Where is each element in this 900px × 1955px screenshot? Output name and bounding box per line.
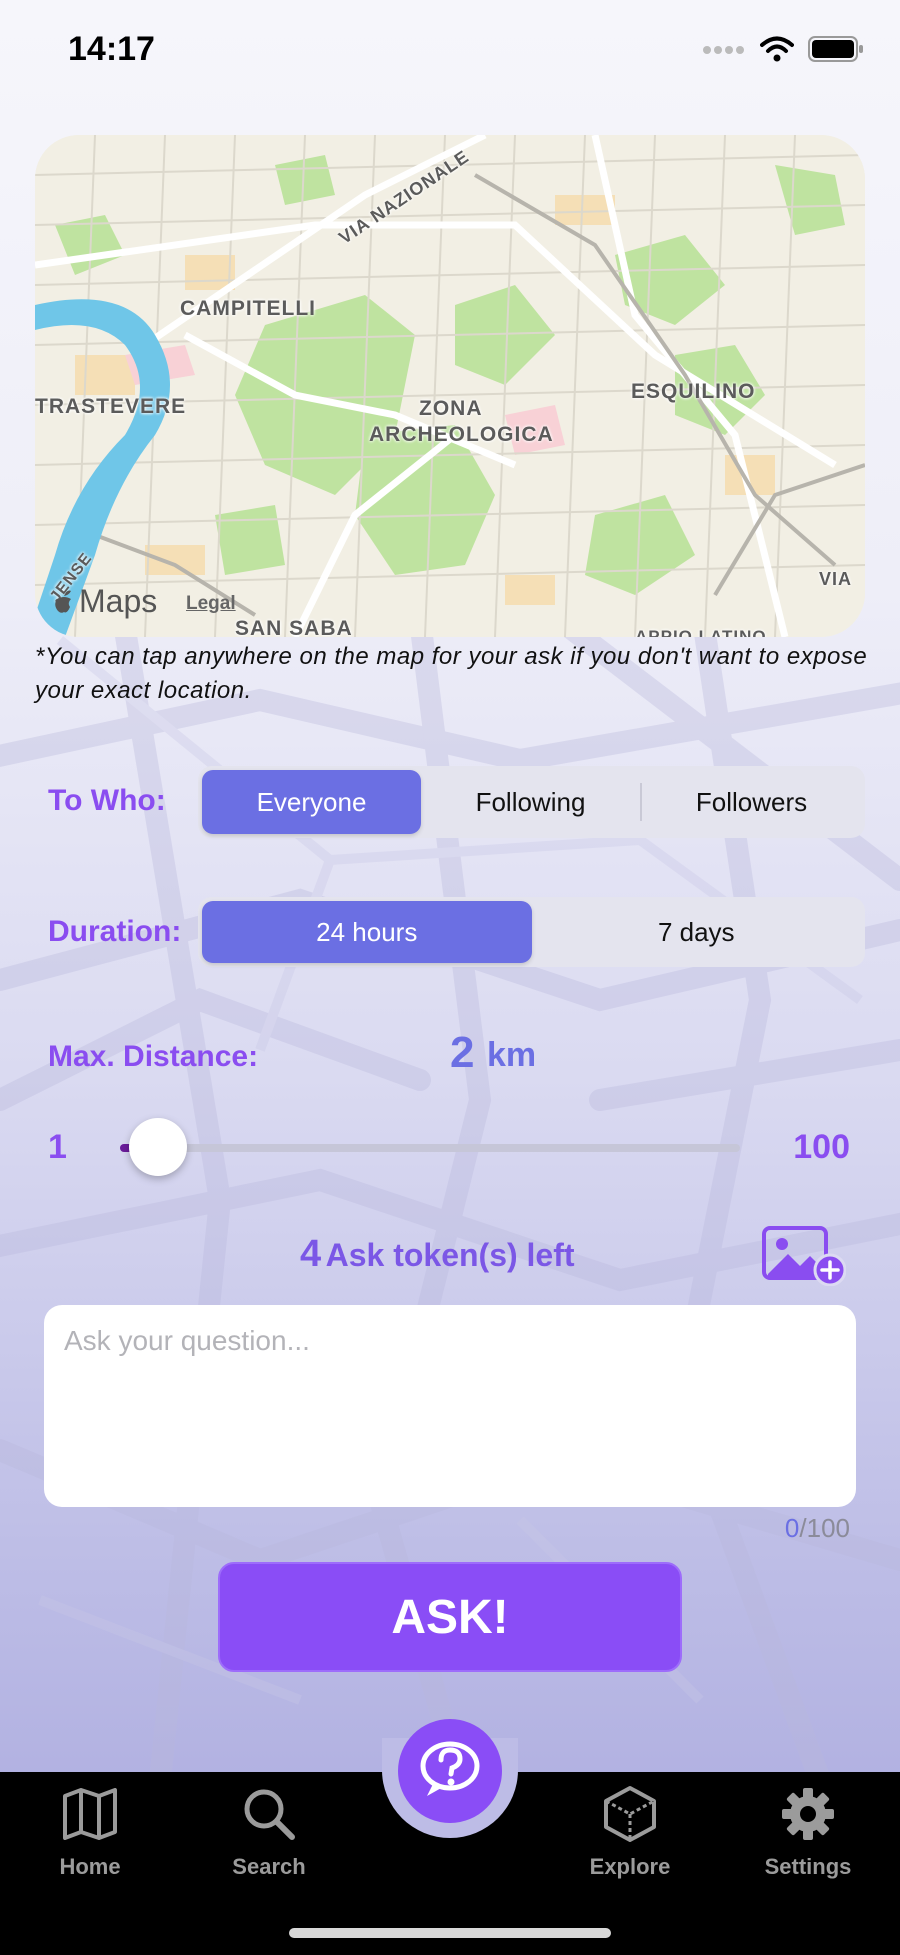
home-indicator (289, 1928, 611, 1938)
tab-explore-label: Explore (589, 1854, 671, 1879)
status-icons (702, 36, 864, 62)
cube-icon (604, 1786, 656, 1842)
slider-max-label: 100 (793, 1128, 850, 1166)
status-time: 14:17 (68, 30, 155, 68)
status-bar: 14:17 (0, 0, 900, 110)
token-count: 4 (300, 1233, 322, 1275)
map-label: VIA (819, 569, 853, 589)
maps-brand-text: Maps (79, 583, 158, 619)
tab-explore[interactable]: Explore (560, 1782, 700, 1880)
max-distance-label: Max. Distance: (48, 1040, 259, 1073)
slider-min-label: 1 (48, 1128, 67, 1166)
distance-slider-thumb[interactable] (128, 1118, 187, 1176)
token-text: Ask token(s) left (325, 1237, 575, 1273)
map-label: APPIO LATINO (635, 627, 767, 637)
map-label: TRASTEVERE (35, 395, 187, 418)
char-max: /100 (799, 1513, 850, 1543)
map-icon (63, 1788, 117, 1840)
question-placeholder: Ask your question... (64, 1325, 310, 1356)
battery-icon (808, 36, 863, 62)
wifi-icon (760, 36, 794, 62)
tab-search-label: Search (232, 1854, 306, 1879)
question-input[interactable]: Ask your question... (44, 1305, 856, 1507)
add-image-icon[interactable] (762, 1226, 846, 1286)
distance-slider-track[interactable] (120, 1144, 740, 1152)
duration-label: Duration: (48, 915, 182, 948)
gear-icon (782, 1788, 834, 1840)
segment-everyone[interactable]: Everyone (202, 770, 421, 834)
map-label: ARCHEOLOGICA (369, 423, 554, 446)
map-label: ESQUILINO (631, 380, 756, 403)
map-label: CAMPITELLI (180, 297, 316, 320)
map-note: *You can tap anywhere on the map for you… (35, 643, 868, 704)
map-label: SAN SABA (235, 617, 353, 637)
tab-home-label: Home (59, 1854, 121, 1879)
tab-settings-label: Settings (764, 1854, 852, 1879)
segment-24-hours[interactable]: 24 hours (202, 901, 532, 963)
segment-followers[interactable]: Followers (642, 770, 861, 834)
map-label: ZONA (419, 397, 483, 420)
ask-center-tab-button[interactable] (398, 1719, 502, 1823)
location-map[interactable]: VIA NAZIONALE CAMPITELLI TRASTEVERE ZONA… (35, 135, 865, 637)
tab-home[interactable]: Home (20, 1782, 160, 1880)
apple-logo-icon (55, 590, 71, 613)
char-count: 0 (784, 1513, 800, 1543)
search-icon (244, 1789, 295, 1840)
maps-brand: Maps (53, 583, 157, 620)
ask-button[interactable]: ASK! (218, 1562, 682, 1672)
tokens-left: 4 Ask token(s) left (300, 1233, 575, 1276)
char-counter: 0/100 (785, 1513, 850, 1544)
segment-7-days[interactable]: 7 days (532, 901, 862, 963)
distance-unit: km (487, 1036, 537, 1074)
duration-segmented-control[interactable]: 24 hours 7 days (198, 897, 865, 967)
legal-link[interactable]: Legal (186, 593, 236, 615)
audience-label: To Who: (48, 784, 166, 817)
question-bubble-icon (420, 1741, 480, 1796)
segment-following[interactable]: Following (421, 770, 640, 834)
signal-icon (703, 46, 744, 54)
audience-segmented-control[interactable]: Everyone Following Followers (198, 766, 865, 838)
tab-settings[interactable]: Settings (738, 1782, 878, 1880)
tab-search[interactable]: Search (199, 1782, 339, 1880)
distance-value: 2 (450, 1028, 475, 1077)
